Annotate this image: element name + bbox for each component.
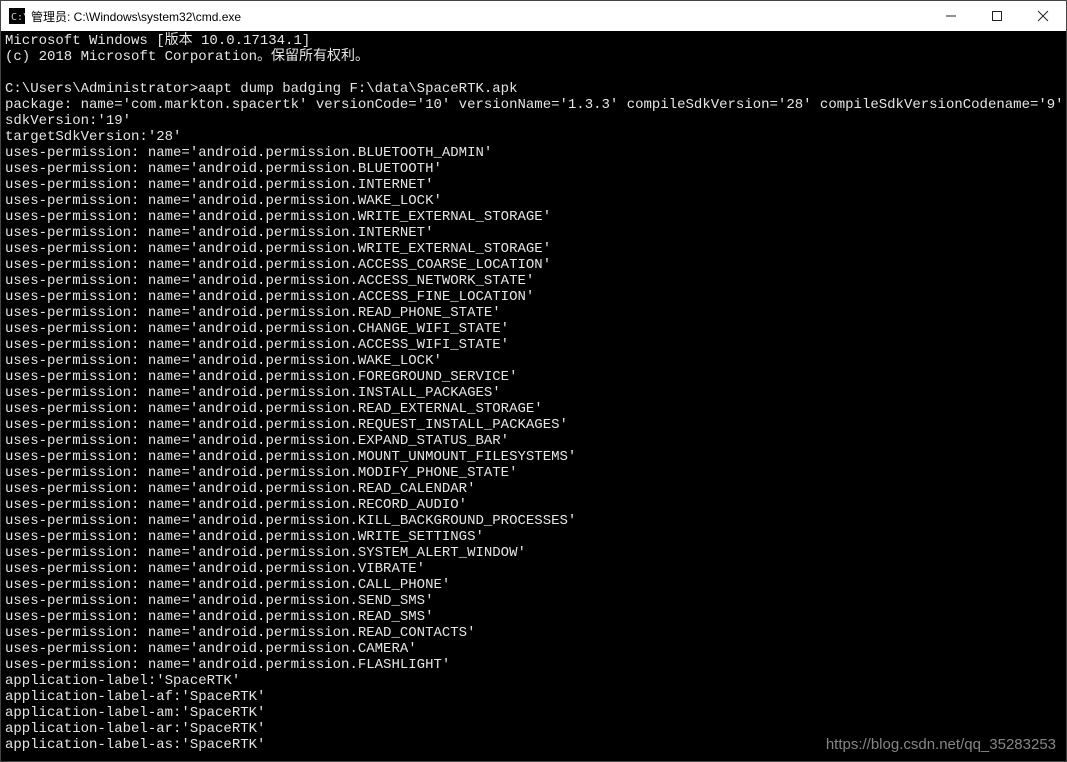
line: uses-permission: name='android.permissio… — [5, 657, 450, 673]
line: uses-permission: name='android.permissio… — [5, 641, 417, 657]
line: uses-permission: name='android.permissio… — [5, 545, 526, 561]
line: (c) 2018 Microsoft Corporation。保留所有权利。 — [5, 49, 369, 65]
line: uses-permission: name='android.permissio… — [5, 209, 551, 225]
line: uses-permission: name='android.permissio… — [5, 225, 433, 241]
command: aapt dump badging F:\data\SpaceRTK.apk — [198, 81, 517, 97]
terminal-output[interactable]: Microsoft Windows [版本 10.0.17134.1] (c) … — [1, 31, 1066, 761]
cmd-icon: C:\ — [9, 8, 25, 24]
window-title: 管理员: C:\Windows\system32\cmd.exe — [31, 8, 928, 25]
line: uses-permission: name='android.permissio… — [5, 593, 433, 609]
line: uses-permission: name='android.permissio… — [5, 433, 509, 449]
line: uses-permission: name='android.permissio… — [5, 529, 484, 545]
line: uses-permission: name='android.permissio… — [5, 577, 450, 593]
maximize-button[interactable] — [974, 1, 1020, 31]
line: uses-permission: name='android.permissio… — [5, 625, 475, 641]
watermark: https://blog.csdn.net/qq_35283253 — [826, 737, 1056, 753]
line: sdkVersion:'19' — [5, 113, 131, 129]
line: Microsoft Windows [版本 10.0.17134.1] — [5, 33, 310, 49]
line: uses-permission: name='android.permissio… — [5, 145, 492, 161]
minimize-button[interactable] — [928, 1, 974, 31]
line: uses-permission: name='android.permissio… — [5, 417, 568, 433]
line: uses-permission: name='android.permissio… — [5, 481, 475, 497]
window-controls — [928, 1, 1066, 31]
line: uses-permission: name='android.permissio… — [5, 193, 442, 209]
line: uses-permission: name='android.permissio… — [5, 609, 433, 625]
line: application-label-af:'SpaceRTK' — [5, 689, 265, 705]
cmd-window: C:\ 管理员: C:\Windows\system32\cmd.exe Mic… — [0, 0, 1067, 762]
line: application-label-am:'SpaceRTK' — [5, 705, 265, 721]
line: package: name='com.markton.spacertk' ver… — [5, 97, 1064, 113]
line: application-label-ar:'SpaceRTK' — [5, 721, 265, 737]
line: uses-permission: name='android.permissio… — [5, 289, 534, 305]
line: targetSdkVersion:'28' — [5, 129, 181, 145]
line: uses-permission: name='android.permissio… — [5, 497, 467, 513]
titlebar[interactable]: C:\ 管理员: C:\Windows\system32\cmd.exe — [1, 1, 1066, 31]
line: uses-permission: name='android.permissio… — [5, 513, 576, 529]
line: uses-permission: name='android.permissio… — [5, 449, 576, 465]
line: uses-permission: name='android.permissio… — [5, 401, 543, 417]
line: uses-permission: name='android.permissio… — [5, 369, 517, 385]
line: uses-permission: name='android.permissio… — [5, 273, 534, 289]
line: uses-permission: name='android.permissio… — [5, 257, 551, 273]
prompt: C:\Users\Administrator> — [5, 81, 198, 97]
line: application-label:'SpaceRTK' — [5, 673, 240, 689]
line: uses-permission: name='android.permissio… — [5, 321, 509, 337]
line: uses-permission: name='android.permissio… — [5, 353, 442, 369]
line: uses-permission: name='android.permissio… — [5, 177, 433, 193]
line: uses-permission: name='android.permissio… — [5, 385, 501, 401]
close-button[interactable] — [1020, 1, 1066, 31]
line: uses-permission: name='android.permissio… — [5, 337, 509, 353]
line: uses-permission: name='android.permissio… — [5, 465, 517, 481]
line: uses-permission: name='android.permissio… — [5, 305, 501, 321]
line: application-label-as:'SpaceRTK' — [5, 737, 265, 753]
line: uses-permission: name='android.permissio… — [5, 161, 442, 177]
line: uses-permission: name='android.permissio… — [5, 241, 551, 257]
svg-text:C:\: C:\ — [11, 12, 25, 23]
line: uses-permission: name='android.permissio… — [5, 561, 425, 577]
